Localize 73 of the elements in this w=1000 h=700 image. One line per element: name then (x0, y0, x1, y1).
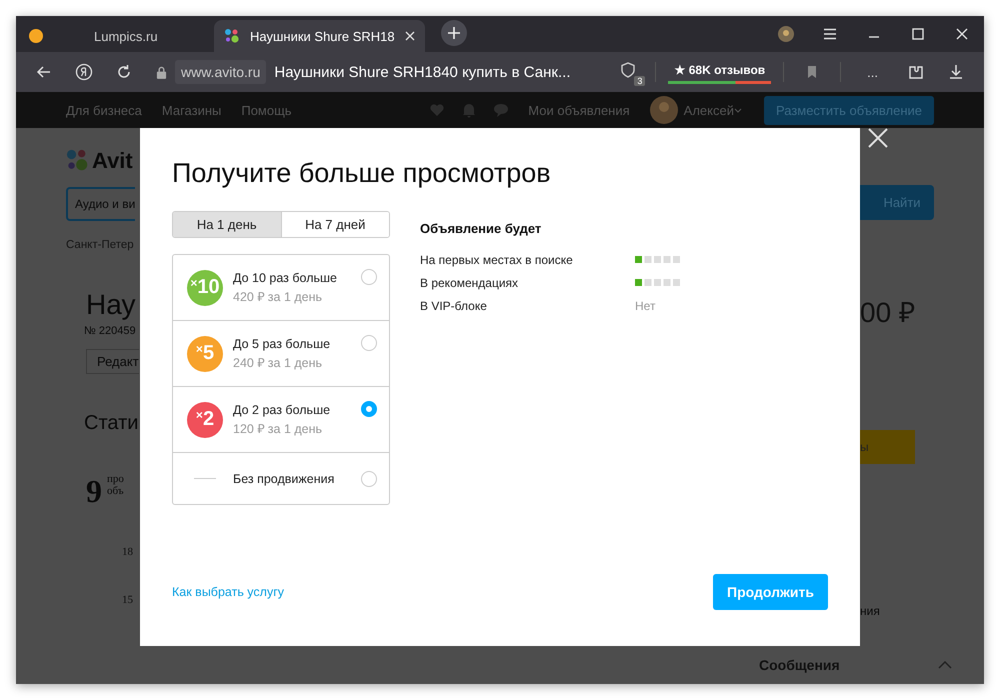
url-domain[interactable]: www.avito.ru (175, 60, 266, 84)
messages-heading[interactable]: Сообщения (759, 657, 840, 673)
option-price: 120 ₽ за 1 день (233, 420, 324, 436)
option-price: 420 ₽ за 1 день (233, 288, 324, 304)
more-button[interactable]: ... (867, 64, 878, 80)
count-badge: 3 (634, 76, 646, 86)
multiplier-badge: ×2 (187, 402, 223, 438)
axis-label: 18 (122, 546, 133, 558)
side-link[interactable]: ния (860, 604, 880, 618)
listing-title: Нау (86, 289, 136, 321)
header-link[interactable]: Для бизнеса (66, 102, 142, 118)
site-icon (28, 28, 44, 44)
views-count: 9 (86, 473, 102, 510)
avatar-icon[interactable] (650, 96, 678, 124)
search-field[interactable]: Аудио и ви (66, 187, 136, 221)
chevron-icon (734, 108, 742, 112)
info-label: На первых местах в поиске (420, 252, 574, 266)
city-link[interactable]: Санкт-Петер (66, 239, 134, 251)
radio-button[interactable] (361, 470, 377, 486)
close-icon[interactable] (868, 128, 888, 148)
header-link[interactable]: Помощь (241, 102, 292, 118)
level-meter (635, 279, 680, 286)
promote-button[interactable]: ы (860, 430, 915, 464)
section-heading: Стати (84, 412, 138, 435)
info-label: В VIP-блоке (420, 298, 488, 312)
option-title: До 2 раз больше (233, 402, 332, 416)
promotion-option[interactable]: ×2 До 2 раз больше 120 ₽ за 1 день (173, 387, 389, 453)
info-heading: Объявление будет (420, 221, 542, 236)
dialog-title: Получите больше просмотров (172, 158, 552, 189)
shield-button[interactable]: 3 (619, 61, 644, 83)
listing-number: № 220459 (84, 325, 136, 337)
new-tab-icon[interactable] (440, 20, 467, 46)
promotion-option[interactable]: Без продвижения (173, 453, 389, 504)
page-title[interactable]: Наушники Shure SRH1840 купить в Санк... (274, 64, 570, 80)
option-title: До 10 раз больше (233, 270, 338, 284)
edit-button[interactable]: Редакт (86, 349, 139, 374)
info-label: В рекомендациях (420, 276, 520, 290)
header-link[interactable]: Мои объявления (528, 102, 630, 118)
views-caption: объ (107, 485, 124, 497)
info-value: Нет (635, 298, 656, 312)
option-title: Без продвижения (233, 472, 336, 486)
browser-tab[interactable]: Lumpics.ru (24, 20, 214, 52)
level-meter (635, 256, 680, 263)
option-title: До 5 раз больше (233, 336, 332, 350)
dash-icon (194, 478, 216, 479)
axis-label: 15 (122, 594, 133, 606)
header-link[interactable]: Магазины (162, 102, 222, 118)
logo-text: Avit (92, 148, 133, 174)
radio-button[interactable] (361, 401, 377, 417)
browser-tab[interactable]: Наушники Shure SRH18 (214, 20, 425, 52)
help-link[interactable]: Как выбрать услугу (172, 585, 284, 599)
user-menu[interactable]: Алексей (684, 102, 742, 118)
radio-button[interactable] (361, 269, 377, 285)
colored-dots-icon (224, 28, 240, 44)
multiplier-badge: ×10 (187, 270, 223, 306)
continue-button[interactable]: Продолжить (713, 574, 828, 610)
radio-button[interactable] (361, 335, 377, 351)
period-tab[interactable]: На 7 дней (282, 212, 389, 237)
views-caption: про (107, 473, 124, 485)
period-tab[interactable]: На 1 день (173, 212, 282, 237)
lock-icon (156, 66, 167, 78)
colored-dots-icon (66, 149, 90, 173)
multiplier-badge: ×5 (187, 336, 223, 372)
shield-icon (619, 61, 638, 79)
reviews-rating[interactable]: ★ 68K отзывов (668, 60, 772, 84)
close-tab-icon[interactable] (404, 31, 415, 41)
profile-icon[interactable] (777, 25, 795, 43)
option-price: 240 ₽ за 1 день (233, 354, 324, 370)
listing-price: 00 ₽ (860, 296, 915, 330)
promotion-option[interactable]: ×10 До 10 раз больше 420 ₽ за 1 день (173, 255, 389, 321)
download-icon[interactable] (947, 63, 965, 81)
promotion-option[interactable]: ×5 До 5 раз больше 240 ₽ за 1 день (173, 321, 389, 387)
circle-letter-icon[interactable] (75, 63, 93, 81)
